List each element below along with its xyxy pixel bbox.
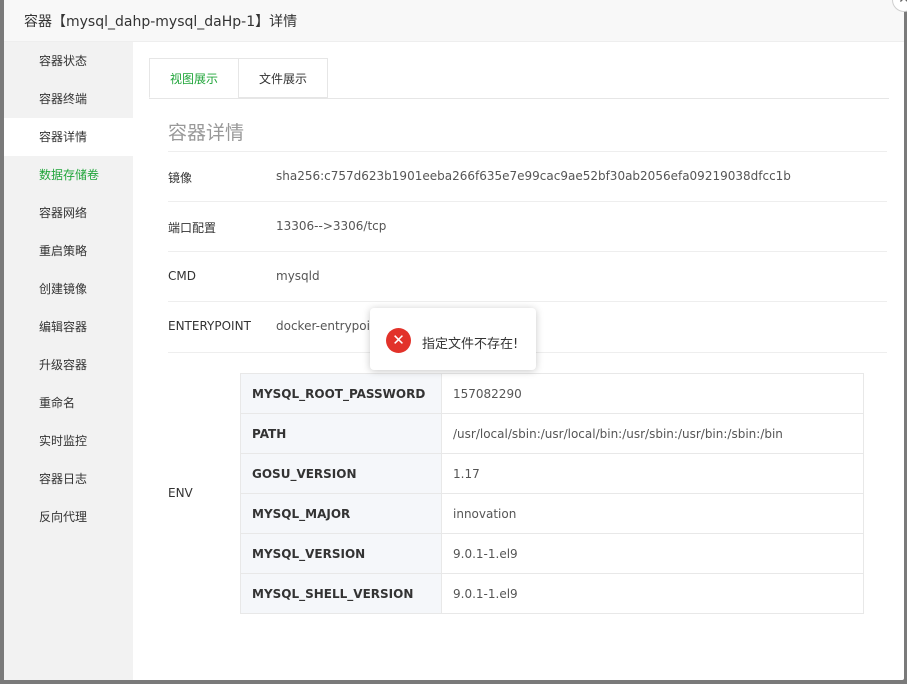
env-key: GOSU_VERSION	[240, 453, 442, 494]
env-key: PATH	[240, 413, 442, 454]
sidebar-nav: 容器状态 容器终端 容器详情 数据存储卷 容器网络 重启策略 创建镜像 编辑容器…	[4, 42, 133, 680]
error-toast: ✕ 指定文件不存在!	[370, 308, 536, 370]
env-key: MYSQL_MAJOR	[240, 493, 442, 534]
image-value: sha256:c757d623b1901eeba266f635e7e99cac9…	[276, 169, 791, 183]
env-value: 1.17	[441, 453, 864, 494]
sidebar-item-realtime-monitor[interactable]: 实时监控	[4, 422, 133, 460]
env-value: 9.0.1-1.el9	[441, 533, 864, 574]
sidebar-item-edit-container[interactable]: 编辑容器	[4, 308, 133, 346]
tab-bar: 视图展示 文件展示	[149, 58, 889, 99]
env-table: MYSQL_ROOT_PASSWORD 157082290 PATH /usr/…	[240, 373, 864, 614]
env-value: 157082290	[441, 373, 864, 414]
env-value: 9.0.1-1.el9	[441, 573, 864, 614]
sidebar-item-data-volumes[interactable]: 数据存储卷	[4, 156, 133, 194]
dialog-title: 容器【mysql_dahp-mysql_daHp-1】详情	[24, 14, 298, 30]
env-row: ENV MYSQL_ROOT_PASSWORD 157082290 PATH /…	[168, 352, 887, 619]
toast-message: 指定文件不存在!	[422, 337, 519, 352]
entrypoint-label: ENTERYPOINT	[168, 319, 251, 333]
env-key: MYSQL_ROOT_PASSWORD	[240, 373, 442, 414]
table-row: MYSQL_VERSION 9.0.1-1.el9	[240, 533, 864, 574]
image-row: 镜像 sha256:c757d623b1901eeba266f635e7e99c…	[168, 151, 887, 202]
sidebar-item-rename[interactable]: 重命名	[4, 384, 133, 422]
port-value: 13306-->3306/tcp	[276, 219, 387, 233]
sidebar-item-container-status[interactable]: 容器状态	[4, 42, 133, 80]
table-row: MYSQL_ROOT_PASSWORD 157082290	[240, 373, 864, 414]
sidebar-item-container-logs[interactable]: 容器日志	[4, 460, 133, 498]
cmd-row: CMD mysqld	[168, 251, 887, 302]
port-row: 端口配置 13306-->3306/tcp	[168, 201, 887, 252]
error-icon: ✕	[386, 328, 411, 353]
table-row: MYSQL_SHELL_VERSION 9.0.1-1.el9	[240, 573, 864, 614]
table-row: GOSU_VERSION 1.17	[240, 453, 864, 494]
sidebar-item-upgrade-container[interactable]: 升级容器	[4, 346, 133, 384]
sidebar-item-reverse-proxy[interactable]: 反向代理	[4, 498, 133, 536]
tab-view-display[interactable]: 视图展示	[149, 58, 239, 98]
table-row: PATH /usr/local/sbin:/usr/local/bin:/usr…	[240, 413, 864, 454]
tab-file-display[interactable]: 文件展示	[238, 58, 328, 98]
section-title: 容器详情	[168, 122, 245, 144]
env-value: innovation	[441, 493, 864, 534]
sidebar-item-restart-policy[interactable]: 重启策略	[4, 232, 133, 270]
dialog-titlebar: 容器【mysql_dahp-mysql_daHp-1】详情	[4, 0, 904, 42]
sidebar-item-container-terminal[interactable]: 容器终端	[4, 80, 133, 118]
image-label: 镜像	[168, 171, 193, 185]
sidebar-item-container-network[interactable]: 容器网络	[4, 194, 133, 232]
cmd-value: mysqld	[276, 269, 320, 283]
env-value: /usr/local/sbin:/usr/local/bin:/usr/sbin…	[441, 413, 864, 454]
sidebar-item-create-image[interactable]: 创建镜像	[4, 270, 133, 308]
cmd-label: CMD	[168, 269, 196, 283]
sidebar-item-container-details[interactable]: 容器详情	[4, 118, 133, 156]
env-key: MYSQL_VERSION	[240, 533, 442, 574]
port-label: 端口配置	[168, 221, 217, 235]
env-label: ENV	[168, 486, 193, 500]
env-key: MYSQL_SHELL_VERSION	[240, 573, 442, 614]
table-row: MYSQL_MAJOR innovation	[240, 493, 864, 534]
